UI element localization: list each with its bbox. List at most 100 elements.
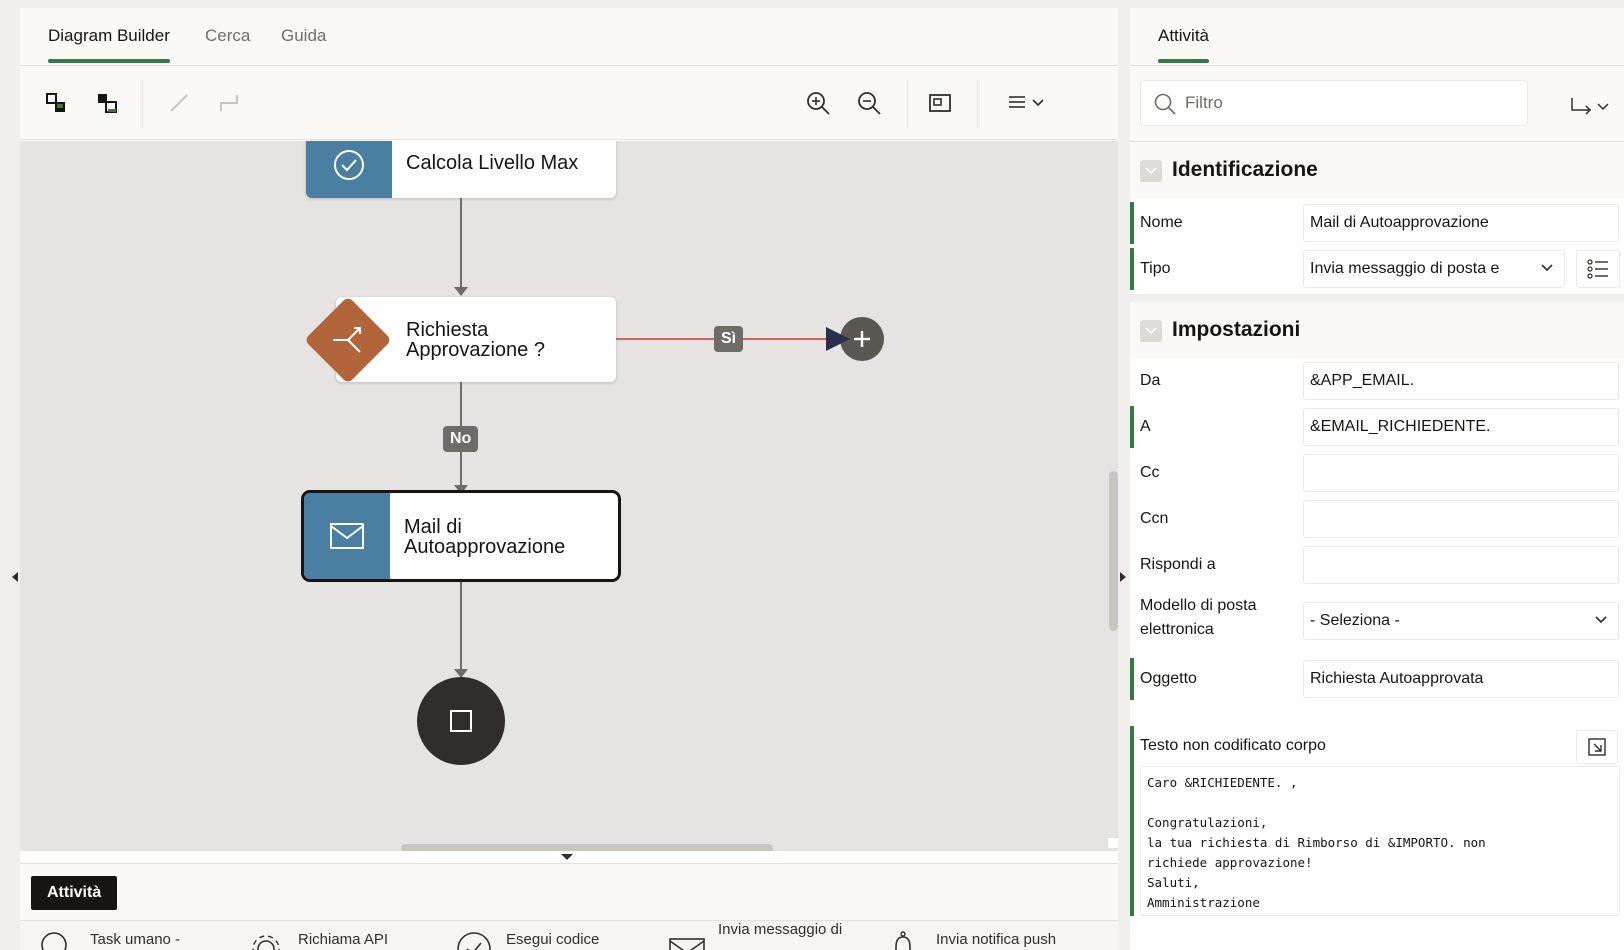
field-cc: Cc [1130, 450, 1624, 496]
node-label: Calcola Livello Max [406, 152, 579, 174]
palette-item-richiama-api[interactable]: Richiama API [248, 921, 388, 950]
node-label-line2: Autoapprovazione [404, 536, 566, 558]
field-rispondi-a: Rispondi a [1130, 542, 1624, 588]
bell-icon [895, 931, 911, 950]
list-options-button[interactable] [1576, 250, 1620, 288]
envelope-icon [669, 938, 705, 950]
section-separator [1130, 294, 1624, 302]
filter-box [1140, 80, 1528, 126]
node-mail-di-autoapprovazione[interactable]: Mail di Autoapprovazione [301, 490, 621, 582]
expand-icon [1588, 738, 1606, 756]
toolbar-separator [907, 80, 908, 128]
go-to-group-icon[interactable] [1568, 96, 1612, 118]
tab-diagram-builder[interactable]: Diagram Builder [48, 26, 170, 63]
pane-splitter[interactable] [1118, 0, 1130, 950]
modello-select-value: - Seleziona - [1310, 612, 1400, 629]
tab-attivita[interactable]: Attività [1158, 26, 1210, 63]
field-a: A [1130, 404, 1624, 450]
arrange-icon[interactable] [39, 86, 73, 120]
palette-items: Task umano - Richiama API Esegui codice … [20, 920, 1118, 950]
link-label-no[interactable]: No [443, 426, 479, 452]
property-toolbar [1130, 66, 1624, 142]
field-label-line1: Modello di posta [1140, 597, 1257, 614]
tab-guida[interactable]: Guida [281, 26, 326, 46]
field-modello-posta: Modello di posta elettronica - Seleziona… [1130, 588, 1624, 654]
field-da: Da [1130, 358, 1624, 404]
activity-palette: Attività Task umano - Richiama API Esegu… [20, 863, 1118, 950]
modello-select[interactable]: - Seleziona - [1303, 602, 1619, 640]
list-icon [1587, 259, 1608, 279]
zoom-in-icon[interactable] [801, 86, 835, 120]
link-arrow-head [826, 327, 850, 351]
plus-icon [854, 331, 870, 347]
collapse-palette-icon[interactable] [561, 854, 573, 860]
palette-title[interactable]: Attività [31, 876, 118, 910]
human-task-icon [41, 932, 67, 950]
palette-item-esegui-codice[interactable]: Esegui codice [456, 921, 599, 950]
menu-icon[interactable] [1002, 86, 1054, 120]
straight-link-icon[interactable] [162, 86, 196, 120]
oggetto-input[interactable] [1303, 660, 1619, 698]
palette-item-invia-notifica-push[interactable]: Invia notifica push [886, 921, 1056, 950]
node-label-line1: Richiesta [406, 319, 489, 341]
a-input[interactable] [1303, 408, 1619, 446]
nome-input[interactable] [1303, 204, 1619, 242]
node-end[interactable] [417, 677, 505, 765]
testo-corpo-textarea[interactable]: Caro &RICHIEDENTE. , Congratulazioni, la… [1140, 766, 1620, 916]
tipo-select[interactable]: Invia messaggio di posta e [1303, 250, 1565, 288]
expand-editor-button[interactable] [1576, 730, 1618, 764]
section-impostazioni[interactable]: Impostazioni [1130, 302, 1624, 358]
palette-item-label: Invia messaggio di [718, 921, 843, 938]
link-arrow [454, 287, 468, 296]
section-title: Impostazioni [1172, 318, 1301, 341]
collapse-left-icon[interactable] [12, 572, 18, 582]
chevron-down-icon [1595, 616, 1607, 624]
palette-item-label: Invia notifica push [936, 931, 1057, 948]
envelope-icon [304, 493, 390, 579]
field-label: Nome [1140, 214, 1183, 231]
node-calcola-livello-max[interactable]: Calcola Livello Max [306, 141, 616, 198]
palette-item-human-task[interactable]: Task umano - [40, 921, 180, 950]
field-label: Oggetto [1140, 670, 1197, 687]
rispondi-a-input[interactable] [1303, 546, 1619, 584]
field-label: Da [1140, 372, 1161, 389]
app-root: Diagram Builder Cerca Guida Calcola Live… [0, 0, 1624, 950]
field-label: A [1140, 418, 1151, 435]
elbow-link-icon[interactable] [212, 86, 246, 120]
expand-right-icon[interactable] [1120, 572, 1126, 582]
node-label-line2: Approvazione ? [406, 339, 545, 361]
field-label: Cc [1140, 464, 1160, 481]
filter-input[interactable] [1185, 81, 1515, 125]
field-label: Rispondi a [1140, 556, 1216, 573]
diagram-canvas[interactable]: Calcola Livello Max Richiesta Approvazio… [20, 141, 1118, 851]
section-title: Identificazione [1172, 158, 1318, 181]
stop-icon [450, 710, 472, 732]
zoom-out-icon[interactable] [852, 86, 886, 120]
field-testo-corpo: Testo non codificato corpo [1130, 726, 1624, 916]
cc-input[interactable] [1303, 454, 1619, 492]
arrange-alt-icon[interactable] [90, 86, 124, 120]
chevron-down-icon[interactable] [1140, 320, 1162, 342]
section-identificazione[interactable]: Identificazione [1130, 142, 1624, 198]
palette-item-label: Esegui codice [506, 931, 600, 948]
horizontal-scrollbar[interactable] [401, 844, 773, 851]
code-icon [457, 932, 491, 950]
palette-item-label: Task umano - [90, 931, 181, 948]
tipo-select-value: Invia messaggio di posta e [1310, 260, 1500, 277]
palette-item-invia-messaggio[interactable]: Invia messaggio di [668, 921, 842, 950]
vertical-scrollbar[interactable] [1109, 471, 1118, 631]
palette-item-label: Richiama API [298, 931, 389, 948]
property-editor: Attività Identificazione Nome Tipo Invia… [1130, 8, 1624, 950]
diagram-pane: Diagram Builder Cerca Guida Calcola Live… [20, 8, 1118, 950]
chevron-down-icon[interactable] [1140, 160, 1162, 182]
field-label: Testo non codificato corpo [1140, 737, 1326, 754]
fit-to-screen-icon[interactable] [923, 86, 957, 120]
tab-cerca[interactable]: Cerca [205, 26, 250, 46]
link-line[interactable] [460, 198, 462, 290]
split-icon [333, 327, 361, 353]
ccn-input[interactable] [1303, 500, 1619, 538]
link-line[interactable] [460, 582, 462, 672]
left-gutter [0, 0, 20, 950]
link-label-yes[interactable]: Sì [714, 326, 744, 352]
da-input[interactable] [1303, 362, 1619, 400]
